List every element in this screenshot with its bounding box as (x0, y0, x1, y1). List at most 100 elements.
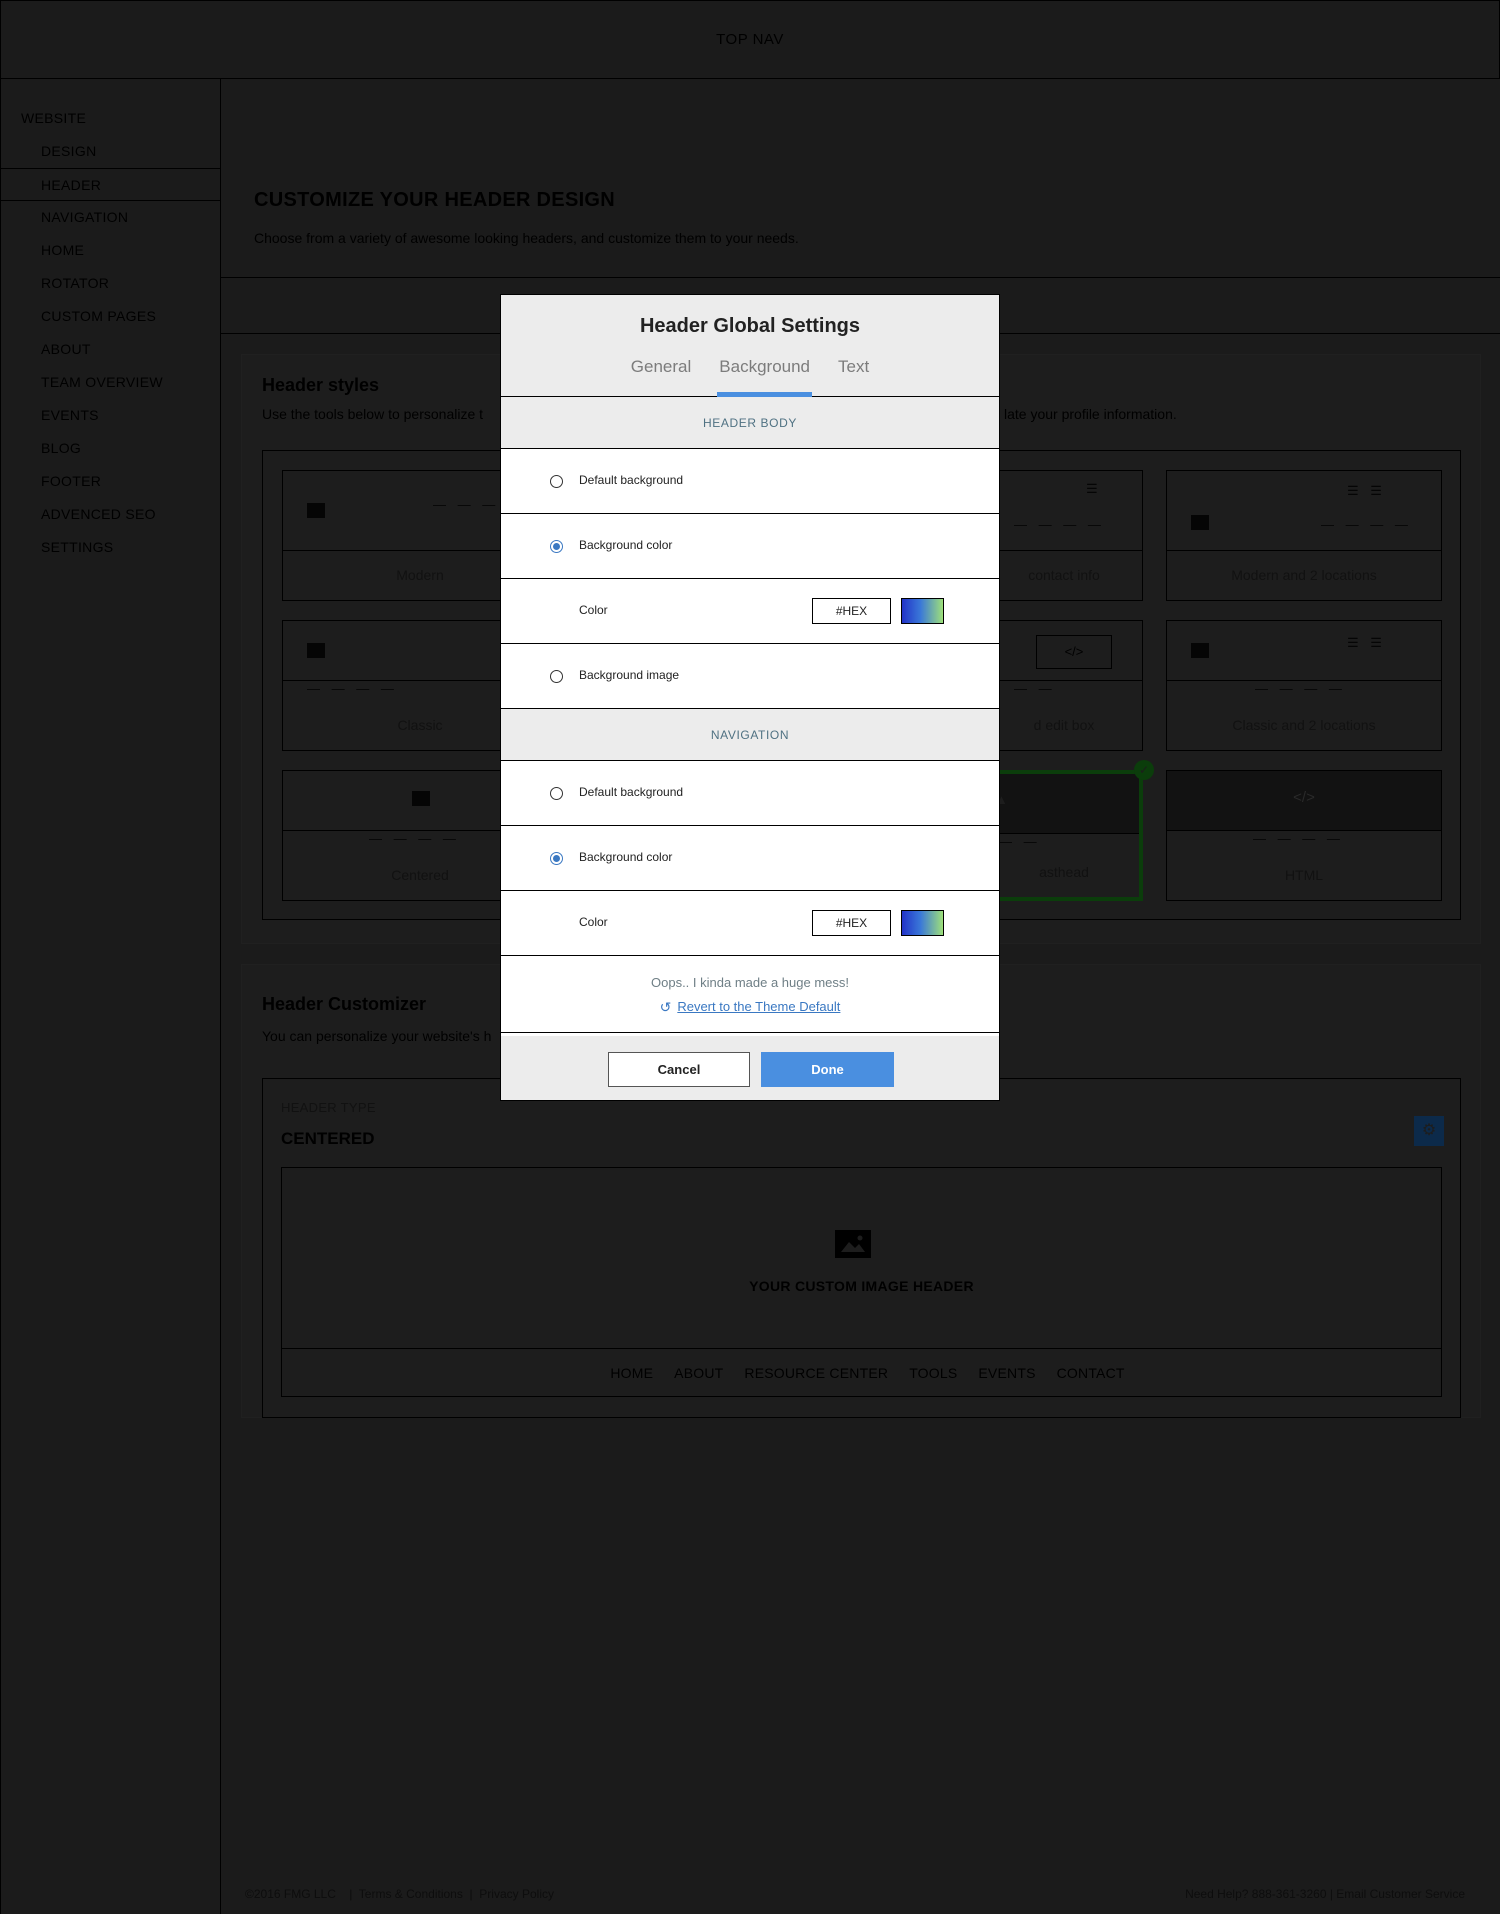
preview-nav-item: TOOLS (909, 1365, 958, 1381)
lines-icon: ☰ (1086, 481, 1102, 496)
card-preview: </> — — — — (1167, 771, 1441, 846)
nav-default-background-radio[interactable] (550, 787, 563, 800)
header-type-value: CENTERED (281, 1129, 375, 1148)
revert-row: ↺ Revert to the Theme Default (501, 999, 999, 1016)
header-styles-description-end: late your profile information. (1004, 406, 1177, 422)
card-preview: ☰ ☰ — — — — (1167, 471, 1441, 551)
sidebar-item-about[interactable]: ABOUT (1, 333, 221, 366)
image-placeholder-icon (835, 1230, 871, 1258)
nav-dashes-icon: — — (1014, 681, 1056, 696)
hb-background-image-option[interactable]: Background image (501, 644, 999, 709)
card-label: Classic and 2 locations (1232, 717, 1376, 733)
footer-left: ©2016 FMG LLC | Terms & Conditions | Pri… (245, 1887, 554, 1901)
card-label: contact info (1028, 567, 1100, 583)
sidebar-item-settings[interactable]: SETTINGS (1, 531, 221, 564)
nav-dashes-icon: — — — — (1255, 681, 1346, 696)
page-title: CUSTOMIZE YOUR HEADER DESIGN (254, 189, 616, 211)
nav-background-color-radio[interactable] (550, 852, 563, 865)
nav-default-background-label: Default background (579, 785, 684, 799)
sidebar-item-blog[interactable]: BLOG (1, 432, 221, 465)
sidebar: WEBSITE DESIGN HEADER NAVIGATION HOME RO… (0, 79, 221, 1914)
preview-nav-item: HOME (610, 1365, 654, 1381)
header-global-settings-modal: Header Global Settings General Backgroun… (500, 294, 1000, 1101)
tab-text[interactable]: Text (836, 357, 871, 397)
footer-privacy-link[interactable]: Privacy Policy (479, 1887, 554, 1901)
footer-terms-link[interactable]: Terms & Conditions (359, 1887, 463, 1901)
hb-default-background-radio[interactable] (550, 475, 563, 488)
modal-title: Header Global Settings (639, 315, 861, 337)
modal-footer: Cancel Done (501, 1036, 999, 1100)
card-preview: </> — — (986, 621, 1142, 696)
style-card-html[interactable]: </> — — — — HTML (1166, 770, 1442, 901)
sidebar-item-custom-pages[interactable]: CUSTOM PAGES (1, 300, 221, 333)
done-button[interactable]: Done (761, 1052, 894, 1087)
card-label: HTML (1284, 867, 1324, 883)
preview-nav-item: CONTACT (1056, 1365, 1125, 1381)
mess-text: Oops.. I kinda made a huge mess! (651, 975, 849, 990)
style-card-edit-box[interactable]: </> — — d edit box (985, 620, 1143, 751)
sidebar-item-header[interactable]: HEADER (1, 168, 221, 201)
card-preview: ☰ — — — — (986, 471, 1142, 551)
nav-color-swatch[interactable] (901, 910, 944, 936)
hb-background-color-option[interactable]: Background color (501, 514, 999, 579)
style-card-masthead[interactable]: ▲ — — asthead (985, 770, 1143, 901)
header-customizer-title: Header Customizer (262, 994, 427, 1014)
nav-dashes-icon: — — — — (1014, 517, 1105, 532)
sidebar-item-footer[interactable]: FOOTER (1, 465, 221, 498)
page-subtitle: Choose from a variety of awesome looking… (254, 230, 799, 246)
style-card-contact-info[interactable]: ☰ — — — — contact info (985, 470, 1143, 601)
style-card-modern-2-locations[interactable]: ☰ ☰ — — — — Modern and 2 locations (1166, 470, 1442, 601)
navigation-section-label: NAVIGATION (501, 709, 999, 761)
cancel-button[interactable]: Cancel (608, 1052, 750, 1087)
header-styles-description: Use the tools below to personalize t lat… (262, 406, 1177, 422)
sidebar-item-events[interactable]: EVENTS (1, 399, 221, 432)
nav-color-row: Color #HEX (501, 891, 999, 956)
image-icon-svg (841, 1235, 865, 1252)
code-icon: </> (1036, 635, 1112, 669)
header-customizer-description: You can personalize your website's h (262, 1028, 492, 1044)
history-icon[interactable]: ↺ (660, 999, 672, 1016)
nav-dashes-icon: — — — — (307, 681, 398, 696)
sidebar-item-rotator[interactable]: ROTATOR (1, 267, 221, 300)
tab-background[interactable]: Background (717, 357, 812, 397)
header-preview: YOUR CUSTOM IMAGE HEADER HOME ABOUT RESO… (281, 1167, 1442, 1397)
hb-background-image-radio[interactable] (550, 670, 563, 683)
hb-default-background-label: Default background (579, 473, 684, 487)
sidebar-item-home[interactable]: HOME (1, 234, 221, 267)
modal-header: Header Global Settings General Backgroun… (501, 295, 999, 397)
preview-nav-item: RESOURCE CENTER (744, 1365, 889, 1381)
page-header: CUSTOMIZE YOUR HEADER DESIGN Choose from… (221, 79, 1500, 278)
style-card-classic-2-locations[interactable]: ☰ ☰ — — — — Classic and 2 locations (1166, 620, 1442, 751)
sidebar-title: WEBSITE (21, 110, 87, 126)
header-body-section-label: HEADER BODY (501, 397, 999, 449)
lines-icon: ☰ ☰ (1347, 635, 1386, 650)
footer-help: Need Help? 888-361-3260 | Email Customer… (1185, 1887, 1465, 1901)
gear-icon[interactable]: ⚙ (1414, 1116, 1444, 1146)
top-nav: TOP NAV (0, 0, 1500, 79)
nav-default-background-option[interactable]: Default background (501, 761, 999, 826)
logo-placeholder-icon (1191, 515, 1209, 530)
header-customizer-box: HEADER TYPE CENTERED ⚙ YOUR CUSTOM IMAGE… (262, 1078, 1461, 1418)
sidebar-item-design[interactable]: DESIGN (1, 135, 221, 168)
sidebar-item-navigation[interactable]: NAVIGATION (1, 201, 221, 234)
revert-to-theme-default-link[interactable]: Revert to the Theme Default (677, 999, 840, 1014)
nav-dashes-icon: — — — (433, 497, 500, 512)
logo-placeholder-icon (307, 503, 325, 518)
code-icon: </> (1293, 789, 1315, 806)
card-label: d edit box (1033, 717, 1095, 733)
tab-general[interactable]: General (629, 357, 693, 397)
hb-background-color-radio[interactable] (550, 540, 563, 553)
card-label: Modern and 2 locations (1231, 567, 1377, 583)
nav-hex-input[interactable]: #HEX (812, 910, 891, 936)
sidebar-item-team-overview[interactable]: TEAM OVERVIEW (1, 366, 221, 399)
hb-color-swatch[interactable] (901, 598, 944, 624)
sidebar-list: DESIGN HEADER NAVIGATION HOME ROTATOR CU… (1, 135, 221, 564)
sidebar-item-advenced-seo[interactable]: ADVENCED SEO (1, 498, 221, 531)
nav-background-color-option[interactable]: Background color (501, 826, 999, 891)
hb-default-background-option[interactable]: Default background (501, 449, 999, 514)
preview-caption: YOUR CUSTOM IMAGE HEADER (749, 1278, 974, 1294)
header-styles-title: Header styles (262, 375, 380, 395)
hb-hex-input[interactable]: #HEX (812, 598, 891, 624)
card-preview: ☰ ☰ — — — — (1167, 621, 1441, 696)
preview-nav-item: ABOUT (674, 1365, 724, 1381)
